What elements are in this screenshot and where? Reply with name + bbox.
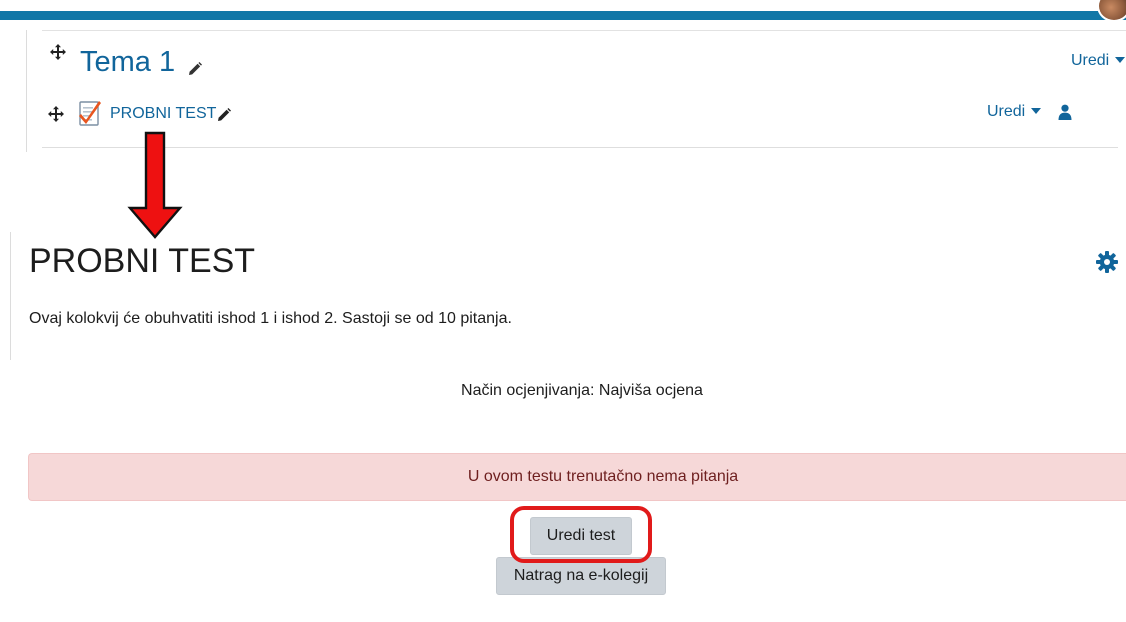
quiz-activity-link[interactable]: PROBNI TEST [110, 105, 216, 123]
section-edit-menu[interactable]: Uredi [1071, 52, 1126, 70]
caret-down-icon [1115, 56, 1126, 63]
move-icon[interactable] [50, 44, 66, 60]
pencil-icon[interactable] [217, 108, 231, 122]
section-bottom-divider [42, 147, 1118, 148]
gear-icon[interactable] [1095, 250, 1119, 274]
no-questions-alert: U ovom testu trenutačno nema pitanja × [28, 453, 1126, 501]
page-title: PROBNI TEST [29, 242, 256, 280]
quiz-view-page: PROBNI TEST Ovaj kolokvij će obuhvatiti … [0, 232, 1126, 622]
person-icon[interactable] [1058, 104, 1072, 120]
alert-message: U ovom testu trenutačno nema pitanja [467, 468, 739, 485]
section-title[interactable]: Tema 1 [80, 46, 175, 79]
edit-quiz-button[interactable]: Uredi test [530, 517, 632, 555]
section-edit-label: Uredi [1071, 52, 1110, 69]
section-top-divider [42, 30, 1126, 31]
grading-method: Način ocjenjivanja: Najviša ocjena [461, 382, 703, 399]
quiz-intro: Ovaj kolokvij će obuhvatiti ishod 1 i is… [29, 310, 512, 327]
activity-edit-label: Uredi [987, 103, 1026, 120]
pencil-icon[interactable] [188, 62, 202, 76]
activity-edit-menu[interactable]: Uredi [987, 103, 1042, 121]
red-down-arrow [127, 131, 183, 241]
quiz-activity-icon[interactable] [78, 99, 102, 127]
section-left-border [26, 30, 27, 152]
back-to-course-button[interactable]: Natrag na e-kolegij [496, 557, 666, 595]
page-left-border [10, 232, 11, 360]
move-icon[interactable] [48, 106, 64, 122]
caret-down-icon [1031, 107, 1042, 114]
